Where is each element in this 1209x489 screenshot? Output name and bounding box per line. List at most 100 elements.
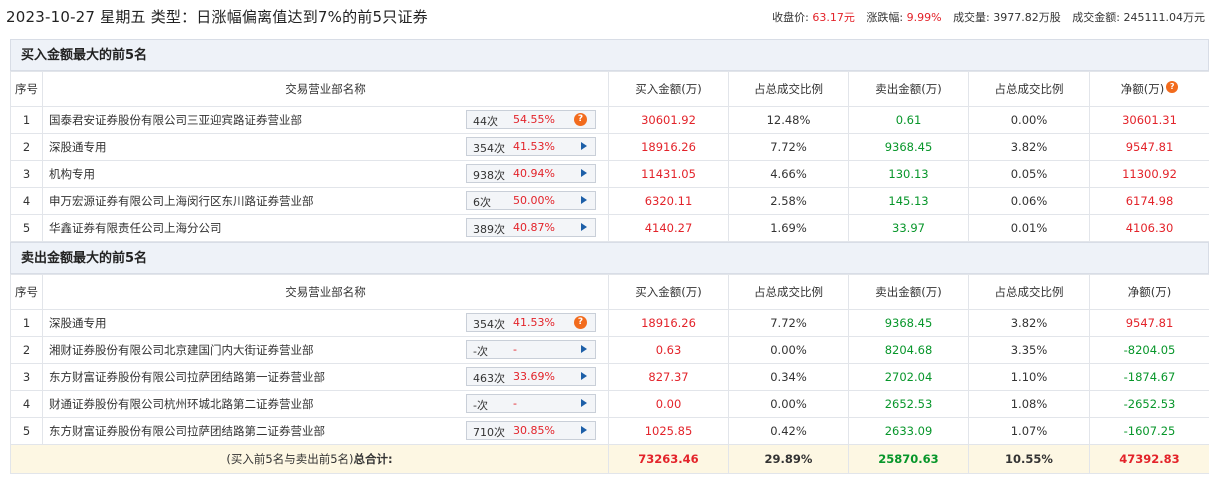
row-seq: 3: [10, 160, 43, 188]
table-row: 4 财通证券股份有限公司杭州环城北路第二证券营业部 -次 - 0.00 0.00% 2652…: [10, 390, 1209, 418]
row-net: 9547.81: [1089, 133, 1209, 161]
close-value: 63.17元: [812, 11, 855, 24]
row-seq: 3: [10, 363, 43, 391]
broker-name[interactable]: 湘财证券股份有限公司北京建国门内大街证券营业部: [49, 343, 314, 357]
row-name-cell: 深股通专用 354次 41.53%?: [42, 309, 609, 337]
row-buy: 11431.05: [608, 160, 729, 188]
rise-probability: -: [513, 397, 517, 410]
row-buy-ratio: 4.66%: [728, 160, 849, 188]
broker-name[interactable]: 申万宏源证券有限公司上海闵行区东川路证券营业部: [49, 194, 314, 208]
arrow-right-icon[interactable]: [581, 372, 587, 380]
question-icon[interactable]: ?: [574, 113, 587, 126]
row-buy: 4140.27: [608, 214, 729, 242]
row-buy: 18916.26: [608, 309, 729, 337]
arrow-right-icon[interactable]: [581, 223, 587, 231]
row-sell-ratio: 0.05%: [968, 160, 1090, 188]
broker-stats-badge[interactable]: 44次 54.55%?: [466, 110, 596, 129]
row-sell: 8204.68: [848, 336, 969, 364]
broker-stats-badge[interactable]: 710次 30.85%: [466, 421, 596, 440]
row-seq: 4: [10, 187, 43, 215]
question-icon[interactable]: ?: [1166, 81, 1179, 93]
table-row: 5 东方财富证券股份有限公司拉萨团结路第二证券营业部 710次 30.85% 1025.…: [10, 417, 1209, 445]
rise-probability: 41.53%: [513, 316, 555, 329]
row-seq: 5: [10, 214, 43, 242]
listing-count: -次: [473, 345, 488, 358]
broker-stats-badge[interactable]: -次 -: [466, 394, 596, 413]
broker-stats-badge[interactable]: 938次 40.94%: [466, 164, 596, 183]
buy-section-title: 买入金额最大的前5名: [10, 39, 1209, 71]
total-sell-ratio: 10.55%: [968, 444, 1090, 474]
col-buy: 买入金额(万): [608, 71, 729, 107]
arrow-right-icon[interactable]: [581, 426, 587, 434]
row-net: 30601.31: [1089, 106, 1209, 134]
arrow-right-icon[interactable]: [581, 169, 587, 177]
col-buy-ratio: 占总成交比例: [728, 274, 849, 310]
row-sell: 0.61: [848, 106, 969, 134]
arrow-right-icon[interactable]: [581, 196, 587, 204]
broker-stats-badge[interactable]: 6次 50.00%: [466, 191, 596, 210]
row-sell: 9368.45: [848, 309, 969, 337]
col-sell-ratio: 占总成交比例: [968, 71, 1090, 107]
row-name-cell: 国泰君安证券股份有限公司三亚迎宾路证券营业部 44次 54.55%?: [42, 106, 609, 134]
listing-count: 389次: [473, 223, 505, 236]
rise-probability: 33.69%: [513, 370, 555, 383]
broker-name[interactable]: 深股通专用: [49, 316, 107, 330]
broker-name[interactable]: 东方财富证券股份有限公司拉萨团结路第一证券营业部: [49, 370, 325, 384]
broker-stats-badge[interactable]: 463次 33.69%: [466, 367, 596, 386]
row-buy-ratio: 1.69%: [728, 214, 849, 242]
row-net: -1874.67: [1089, 363, 1209, 391]
col-seq: 序号: [10, 71, 43, 107]
col-sell-ratio: 占总成交比例: [968, 274, 1090, 310]
row-buy-ratio: 0.34%: [728, 363, 849, 391]
broker-stats-badge[interactable]: 389次 40.87%: [466, 218, 596, 237]
row-name-cell: 东方财富证券股份有限公司拉萨团结路第一证券营业部 463次 33.69%: [42, 363, 609, 391]
amount-label: 成交金额:: [1072, 11, 1120, 24]
broker-name[interactable]: 财通证券股份有限公司杭州环城北路第二证券营业部: [49, 397, 314, 411]
row-name-cell: 深股通专用 354次 41.53%: [42, 133, 609, 161]
col-buy: 买入金额(万): [608, 274, 729, 310]
total-buy: 73263.46: [608, 444, 729, 474]
volume-label: 成交量:: [953, 11, 990, 24]
broker-stats-badge[interactable]: -次 -: [466, 340, 596, 359]
row-name-cell: 机构专用 938次 40.94%: [42, 160, 609, 188]
broker-name[interactable]: 东方财富证券股份有限公司拉萨团结路第二证券营业部: [49, 424, 325, 438]
listing-count: 463次: [473, 372, 505, 385]
col-name: 交易营业部名称: [42, 71, 609, 107]
row-sell-ratio: 0.06%: [968, 187, 1090, 215]
question-icon[interactable]: ?: [574, 316, 587, 329]
rise-probability: 40.94%: [513, 167, 555, 180]
broker-stats-badge[interactable]: 354次 41.53%?: [466, 313, 596, 332]
row-seq: 1: [10, 309, 43, 337]
total-label-bold: 总合计:: [353, 452, 393, 466]
broker-name[interactable]: 深股通专用: [49, 140, 107, 154]
row-net: 6174.98: [1089, 187, 1209, 215]
col-name: 交易营业部名称: [42, 274, 609, 310]
row-buy: 6320.11: [608, 187, 729, 215]
total-buy-ratio: 29.89%: [728, 444, 849, 474]
change-value: 9.99%: [906, 11, 942, 24]
broker-name[interactable]: 机构专用: [49, 167, 95, 181]
row-net: 4106.30: [1089, 214, 1209, 242]
row-buy-ratio: 7.72%: [728, 309, 849, 337]
amount-value: 245111.04万元: [1123, 11, 1206, 24]
row-buy: 827.37: [608, 363, 729, 391]
col-sell: 卖出金额(万): [848, 71, 969, 107]
arrow-right-icon[interactable]: [581, 142, 587, 150]
sell-section-title: 卖出金额最大的前5名: [10, 242, 1209, 274]
col-seq: 序号: [10, 274, 43, 310]
col-net-label: 净额(万): [1120, 82, 1165, 96]
rise-probability: 40.87%: [513, 221, 555, 234]
stock-stats: 收盘价: 63.17元 涨跌幅: 9.99% 成交量: 3977.82万股 成交…: [772, 9, 1205, 25]
broker-name[interactable]: 国泰君安证券股份有限公司三亚迎宾路证券营业部: [49, 113, 302, 127]
row-buy-ratio: 12.48%: [728, 106, 849, 134]
row-name-cell: 财通证券股份有限公司杭州环城北路第二证券营业部 -次 -: [42, 390, 609, 418]
table-row: 2 湘财证券股份有限公司北京建国门内大街证券营业部 -次 - 0.63 0.00% 8204…: [10, 336, 1209, 364]
broker-stats-badge[interactable]: 354次 41.53%: [466, 137, 596, 156]
broker-name[interactable]: 华鑫证券有限责任公司上海分公司: [49, 221, 222, 235]
rise-probability: -: [513, 343, 517, 356]
sell-table: 序号 交易营业部名称 买入金额(万) 占总成交比例 卖出金额(万) 占总成交比例…: [10, 274, 1209, 474]
arrow-right-icon[interactable]: [581, 345, 587, 353]
arrow-right-icon[interactable]: [581, 399, 587, 407]
row-net: 9547.81: [1089, 309, 1209, 337]
row-seq: 2: [10, 336, 43, 364]
